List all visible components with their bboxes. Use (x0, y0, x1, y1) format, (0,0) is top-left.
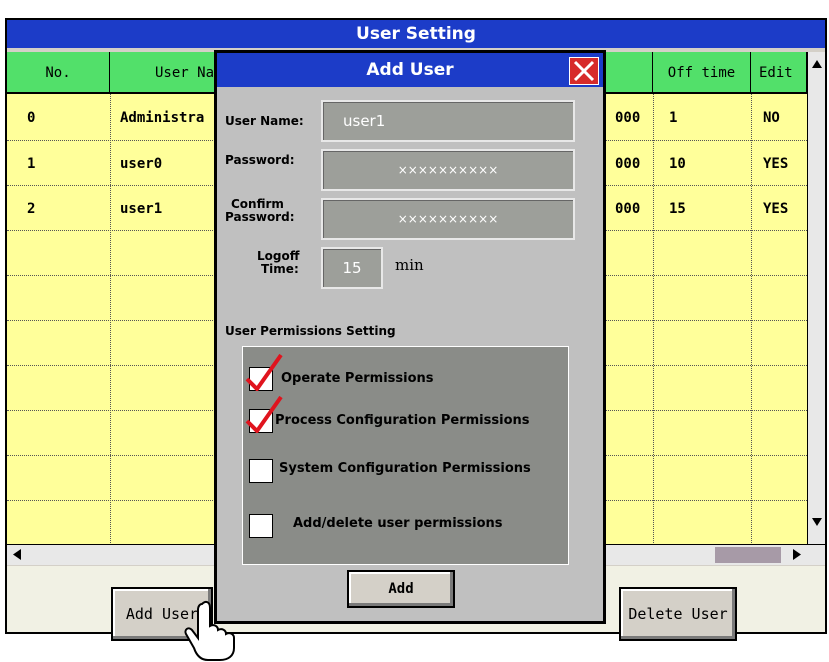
col-divider (110, 94, 111, 549)
process-config-permissions-label: Process Configuration Permissions (275, 413, 530, 428)
row-2-no[interactable]: 2 (27, 201, 35, 217)
row-2-off-time[interactable]: 15 (669, 201, 686, 217)
row-2-name[interactable]: user1 (120, 201, 162, 217)
row-1-edit[interactable]: YES (763, 156, 788, 172)
col-divider (751, 94, 752, 549)
row-0-code[interactable]: 000 (615, 110, 640, 126)
row-1-code[interactable]: 000 (615, 156, 640, 172)
row-1-name[interactable]: user0 (120, 156, 162, 172)
close-button[interactable] (569, 57, 599, 85)
col-header-no: No. (7, 52, 110, 94)
permissions-panel: Operate Permissions Process Configuratio… (242, 346, 569, 565)
vertical-scrollbar[interactable] (807, 52, 825, 549)
col-header-off-time: Off time (653, 52, 751, 94)
system-config-permissions-label: System Configuration Permissions (279, 461, 531, 476)
logoff-time-label-line2: Time: (261, 262, 299, 276)
row-0-no[interactable]: 0 (27, 110, 35, 126)
user-name-input[interactable]: user1 (321, 100, 575, 142)
password-label: Password: (225, 153, 295, 167)
col-header-edit: Edit (751, 52, 807, 94)
row-2-edit[interactable]: YES (763, 201, 788, 217)
col-divider (653, 94, 654, 549)
row-1-no[interactable]: 1 (27, 156, 35, 172)
row-0-name[interactable]: Administra (120, 110, 204, 126)
permissions-title: User Permissions Setting (225, 324, 396, 338)
checkmark-icon (245, 353, 283, 391)
scroll-arrows-icon (812, 60, 822, 526)
col-header-user-name: User Na (110, 52, 227, 94)
password-input[interactable]: ×××××××××× (321, 149, 575, 191)
delete-user-button[interactable]: Delete User (619, 587, 737, 641)
close-icon (573, 60, 595, 82)
row-2-code[interactable]: 000 (615, 201, 640, 217)
system-config-permissions-checkbox[interactable] (249, 459, 273, 483)
confirm-password-input[interactable]: ×××××××××× (321, 198, 575, 240)
confirm-password-label-line2: Password: (225, 210, 295, 224)
logoff-unit: min (395, 256, 424, 274)
row-0-off-time[interactable]: 1 (669, 110, 677, 126)
logoff-time-input[interactable]: 15 (321, 247, 383, 289)
add-button[interactable]: Add (347, 570, 455, 608)
dialog-title: Add User (217, 53, 603, 87)
row-0-edit[interactable]: NO (763, 110, 780, 126)
user-name-label: User Name: (225, 114, 304, 128)
add-delete-user-permissions-label: Add/delete user permissions (293, 516, 503, 531)
add-user-dialog: Add User User Name: user1 Password: ××××… (214, 50, 606, 624)
add-delete-user-permissions-checkbox[interactable] (249, 514, 273, 538)
operate-permissions-label: Operate Permissions (281, 371, 434, 386)
row-1-off-time[interactable]: 10 (669, 156, 686, 172)
hand-pointer-icon (184, 600, 235, 661)
window-title: User Setting (7, 20, 825, 48)
